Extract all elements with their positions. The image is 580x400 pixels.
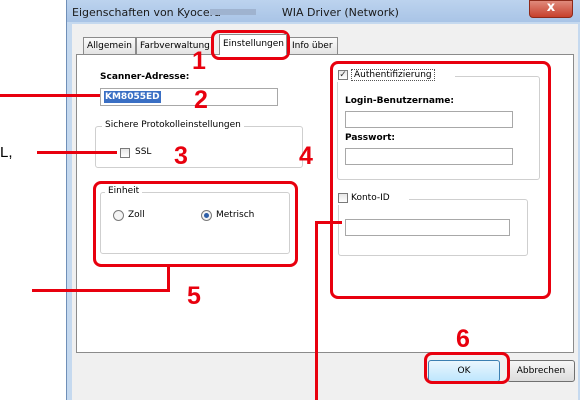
callout-number-4: 4 <box>299 142 313 170</box>
scanner-address-value: KM8055ED <box>104 91 161 103</box>
pointer-line-5-horizontal <box>32 289 169 292</box>
pointer-line-2 <box>0 94 100 97</box>
secure-protocol-group-label: Sichere Protokolleinstellungen <box>102 120 244 130</box>
scanner-address-input[interactable]: KM8055ED <box>100 88 278 106</box>
callout-number-2: 2 <box>194 86 208 114</box>
ssl-checkbox[interactable] <box>120 148 130 158</box>
ssl-label: SSL <box>135 147 152 157</box>
cancel-button[interactable]: Abbrechen <box>507 360 575 382</box>
scanner-address-label: Scanner-Adresse: <box>100 72 190 82</box>
window-title-left: Eigenschaften von Kyocera <box>72 6 221 19</box>
tab-info[interactable]: Info über <box>288 37 338 54</box>
pointer-line-account-vertical <box>315 221 318 400</box>
pointer-line-3 <box>37 151 117 154</box>
callout-box-4 <box>330 61 551 299</box>
window-title-right: WIA Driver (Network) <box>281 6 399 19</box>
callout-box-5 <box>93 181 298 267</box>
callout-box-6 <box>424 352 510 384</box>
close-icon: x <box>546 0 556 15</box>
callout-number-6: 6 <box>456 325 470 353</box>
close-button[interactable]: x <box>529 0 573 18</box>
callout-number-5: 5 <box>187 282 201 310</box>
left-text-fragment: L, <box>0 144 13 161</box>
callout-number-1: 1 <box>192 47 206 75</box>
pointer-line-5-vertical <box>167 265 170 292</box>
pointer-line-account-horizontal <box>315 221 342 224</box>
secure-protocol-group <box>95 126 303 168</box>
redacted-model-name <box>210 9 256 15</box>
tab-allgemein[interactable]: Allgemein <box>83 37 136 54</box>
tab-einstellungen[interactable]: Einstellungen <box>219 34 287 55</box>
callout-number-3: 3 <box>174 142 188 170</box>
